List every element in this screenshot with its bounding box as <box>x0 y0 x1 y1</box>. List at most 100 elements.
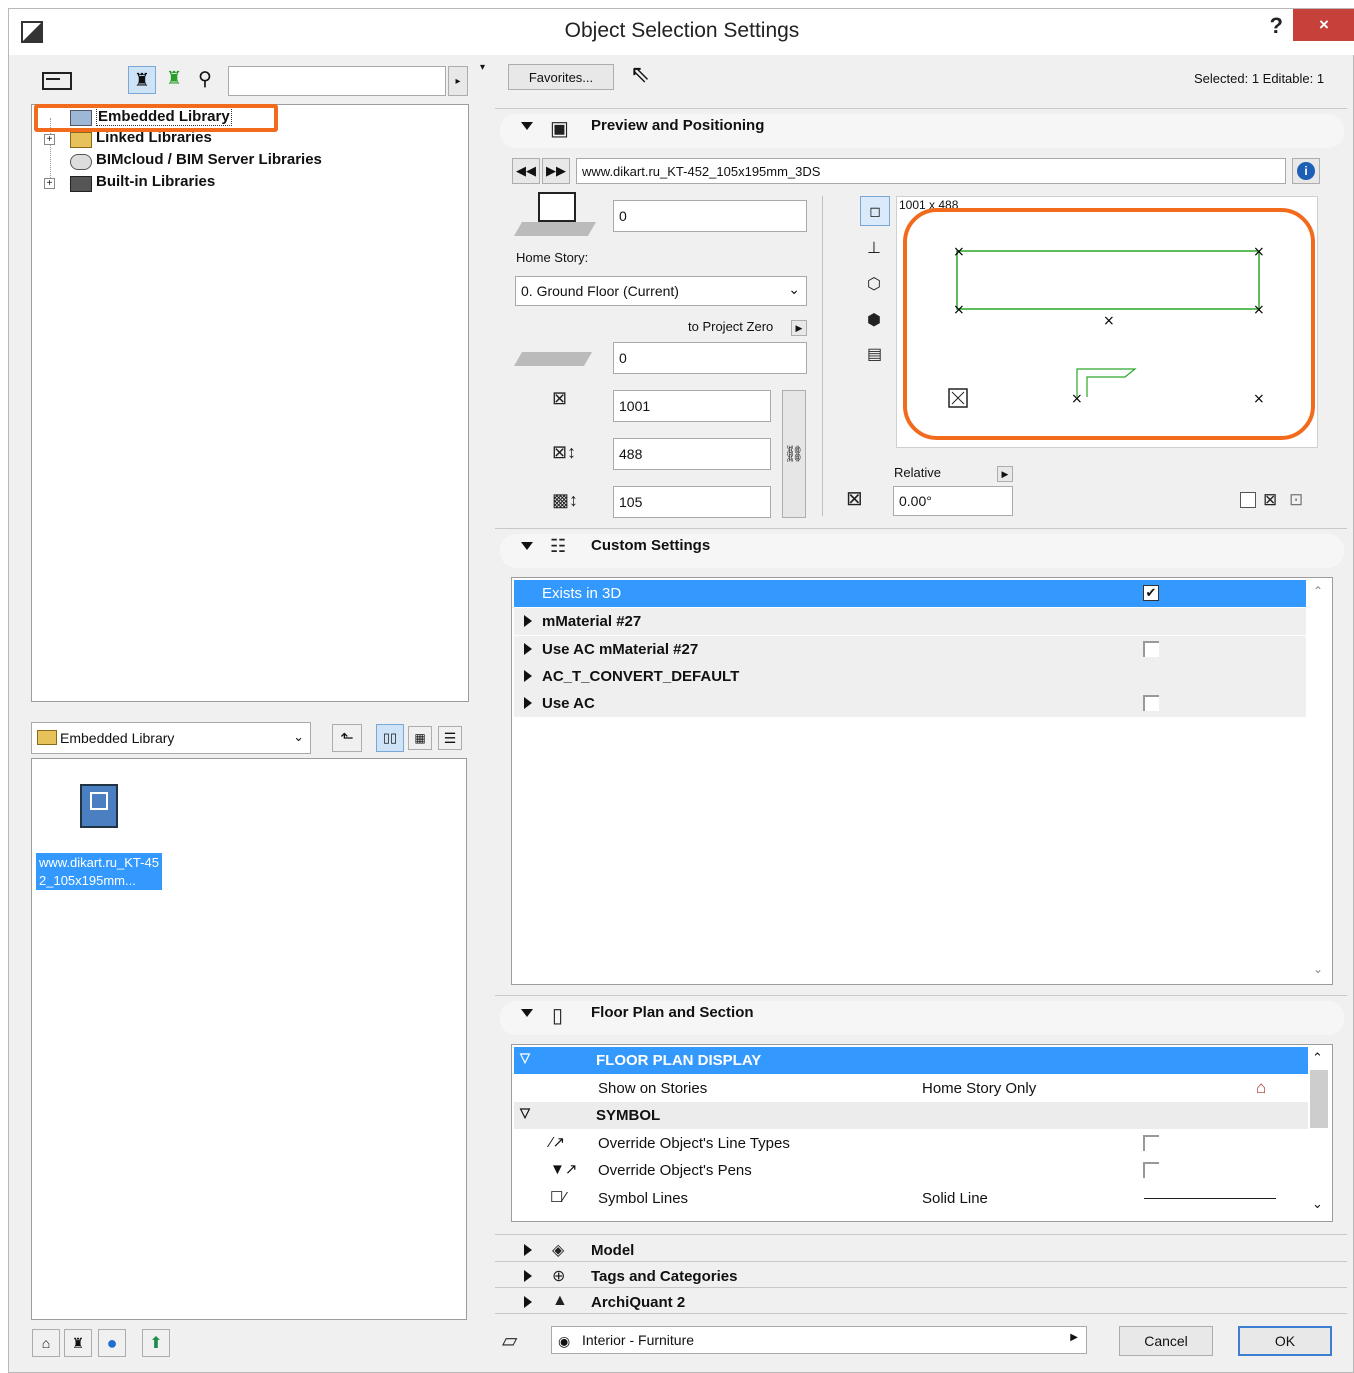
mirror-off-checkbox[interactable] <box>1240 492 1256 508</box>
override-line-types-row[interactable]: ⁄↗ Override Object's Line Types <box>514 1130 1308 1157</box>
object-name-field[interactable]: www.dikart.ru_KT-452_105x195mm_3DS <box>576 158 1286 184</box>
folder-library-icon <box>70 132 92 148</box>
section-title-tags[interactable]: Tags and Categories <box>591 1268 737 1285</box>
expand-arrow-icon[interactable] <box>524 1244 532 1256</box>
next-object-button[interactable]: ▶▶ <box>542 158 570 184</box>
folder-select-value: Embedded Library <box>60 730 175 746</box>
chair-object-icon[interactable] <box>80 784 118 828</box>
custom-row-use-ac-mmaterial[interactable]: Use AC mMaterial #27 <box>514 636 1306 663</box>
relative-options-button[interactable]: ▶ <box>997 466 1013 482</box>
help-button[interactable]: ? <box>1270 13 1283 39</box>
bimcomponents-globe-button[interactable]: ● <box>98 1329 126 1357</box>
title-bar: Object Selection Settings ? × <box>9 9 1354 55</box>
section-title-archiquant[interactable]: ArchiQuant 2 <box>591 1294 685 1311</box>
angle-input[interactable]: 0.00° <box>893 486 1013 516</box>
preview-3d-wire-icon[interactable]: ⬡ <box>867 274 881 294</box>
custom-row-mmaterial[interactable]: mMaterial #27 <box>514 608 1306 635</box>
collapse-arrow-icon[interactable]: ▽ <box>520 1105 530 1121</box>
expand-arrow-icon[interactable] <box>524 643 532 655</box>
tree-item-builtin-libraries[interactable]: Built-in Libraries <box>96 173 215 190</box>
cancel-button[interactable]: Cancel <box>1119 1326 1213 1356</box>
symbol-lines-row[interactable]: ☐⁄ Symbol Lines Solid Line <box>514 1185 1308 1212</box>
library-filter-icon[interactable]: ♜ <box>128 66 156 94</box>
library-manager-button[interactable]: ⌂ <box>32 1329 60 1357</box>
mirror-dashed-icon[interactable]: ⊡ <box>1289 490 1303 510</box>
show-on-stories-row[interactable]: Show on Stories Home Story Only ⌂ <box>514 1075 1308 1102</box>
object-thumbnail-label[interactable]: www.dikart.ru_KT-452_105x195mm... <box>36 853 162 890</box>
symbol-group-row[interactable]: ▽ SYMBOL <box>514 1102 1308 1129</box>
collapse-arrow-icon[interactable]: ▽ <box>520 1050 530 1066</box>
use-ac-checkbox[interactable] <box>1143 695 1159 711</box>
upload-globe-button[interactable]: ⬆ <box>142 1329 170 1357</box>
layer-value: Interior - Furniture <box>582 1332 695 1348</box>
use-ac-mmaterial-checkbox[interactable] <box>1143 641 1159 657</box>
previous-object-button[interactable]: ◀◀ <box>512 158 540 184</box>
section-title-preview: Preview and Positioning <box>591 117 765 134</box>
chain-lock-button[interactable]: ⛓ <box>782 390 806 518</box>
scroll-up-icon[interactable]: ⌃ <box>1313 584 1323 598</box>
expand-arrow-icon[interactable] <box>524 670 532 682</box>
folder-select[interactable]: Embedded Library ⌄ <box>31 722 311 754</box>
favorites-button[interactable]: Favorites... <box>508 64 614 90</box>
collapse-arrow-icon[interactable] <box>521 542 533 550</box>
small-icons-view-button[interactable]: ▦ <box>408 726 432 750</box>
view-mode-icon-line <box>46 78 60 80</box>
layer-select[interactable]: Interior - Furniture ▶ <box>551 1326 1087 1354</box>
elevation-input[interactable]: 0 <box>613 200 807 232</box>
preview-section-view-icon[interactable]: ⊥ <box>867 238 881 258</box>
reference-level-button[interactable]: ▶ <box>791 320 807 336</box>
library-search-input[interactable] <box>228 66 446 96</box>
preview-elevation-icon[interactable]: ▤ <box>867 344 882 364</box>
override-pens-row[interactable]: ▼↗ Override Object's Pens <box>514 1157 1308 1184</box>
scroll-down-icon[interactable]: ⌄ <box>1313 962 1323 976</box>
custom-row-exists-in-3d[interactable]: Exists in 3D <box>514 580 1306 607</box>
ok-button[interactable]: OK <box>1238 1326 1332 1356</box>
folder-up-button[interactable]: ⬑ <box>332 724 362 752</box>
library-tree <box>31 104 469 702</box>
section-title-model[interactable]: Model <box>591 1242 634 1259</box>
expand-arrow-icon[interactable] <box>524 697 532 709</box>
green-filter-icon[interactable]: ♜ <box>166 68 182 89</box>
custom-row-use-ac[interactable]: Use AC <box>514 690 1306 717</box>
pane-splitter-arrow[interactable]: ▾ <box>480 62 485 73</box>
custom-row-ac-t-convert-default[interactable]: AC_T_CONVERT_DEFAULT <box>514 663 1306 690</box>
scroll-up-icon[interactable]: ⌃ <box>1312 1050 1323 1066</box>
builtin-library-icon <box>70 176 92 192</box>
depth-input[interactable]: 488 <box>613 438 771 470</box>
width-input[interactable]: 1001 <box>613 390 771 422</box>
expand-arrow-icon[interactable] <box>524 615 532 627</box>
tree-item-bimcloud[interactable]: BIMcloud / BIM Server Libraries <box>96 151 322 168</box>
exists-in-3d-checkbox[interactable]: ✔ <box>1143 585 1159 601</box>
override-line-types-checkbox[interactable] <box>1143 1135 1159 1151</box>
search-icon[interactable]: ⚲ <box>198 68 212 91</box>
preview-plan-view-button[interactable]: ◻ <box>860 196 890 226</box>
expand-arrow-icon[interactable] <box>524 1296 532 1308</box>
pen-icon: ▼↗ <box>550 1161 578 1178</box>
collapse-arrow-icon[interactable] <box>521 1009 533 1017</box>
search-options-button[interactable]: ▸ <box>448 66 468 96</box>
scroll-down-icon[interactable]: ⌄ <box>1312 1196 1323 1212</box>
separator <box>495 1287 1347 1288</box>
layer-icon: ▱ <box>502 1330 518 1352</box>
tree-expand-icon[interactable]: + <box>44 134 55 145</box>
mirror-icon[interactable]: ⊠ <box>1263 490 1277 510</box>
object-browser <box>31 758 467 1320</box>
list-view-button[interactable]: ☰ <box>438 726 462 750</box>
load-library-button[interactable]: ♜ <box>64 1329 92 1357</box>
override-pens-checkbox[interactable] <box>1143 1162 1159 1178</box>
view-mode-icon[interactable] <box>42 72 72 90</box>
height-input[interactable]: 105 <box>613 486 771 518</box>
base-elevation-input[interactable]: 0 <box>613 342 807 374</box>
scrollbar-thumb[interactable] <box>1310 1070 1328 1128</box>
preview-3d-shaded-icon[interactable]: ⬢ <box>867 310 881 330</box>
close-button[interactable]: × <box>1293 9 1354 41</box>
large-icons-view-button[interactable]: ▯▯ <box>376 724 404 752</box>
info-button[interactable]: i <box>1292 158 1320 184</box>
tree-expand-icon[interactable]: + <box>44 178 55 189</box>
chevron-down-icon: ⌄ <box>788 281 800 297</box>
stories-building-icon[interactable]: ⌂ <box>1256 1078 1266 1098</box>
floor-plan-display-group-row[interactable]: ▽ FLOOR PLAN DISPLAY <box>514 1047 1308 1074</box>
home-story-select[interactable]: 0. Ground Floor (Current) ⌄ <box>515 276 807 306</box>
expand-arrow-icon[interactable] <box>524 1270 532 1282</box>
collapse-arrow-icon[interactable] <box>521 122 533 130</box>
